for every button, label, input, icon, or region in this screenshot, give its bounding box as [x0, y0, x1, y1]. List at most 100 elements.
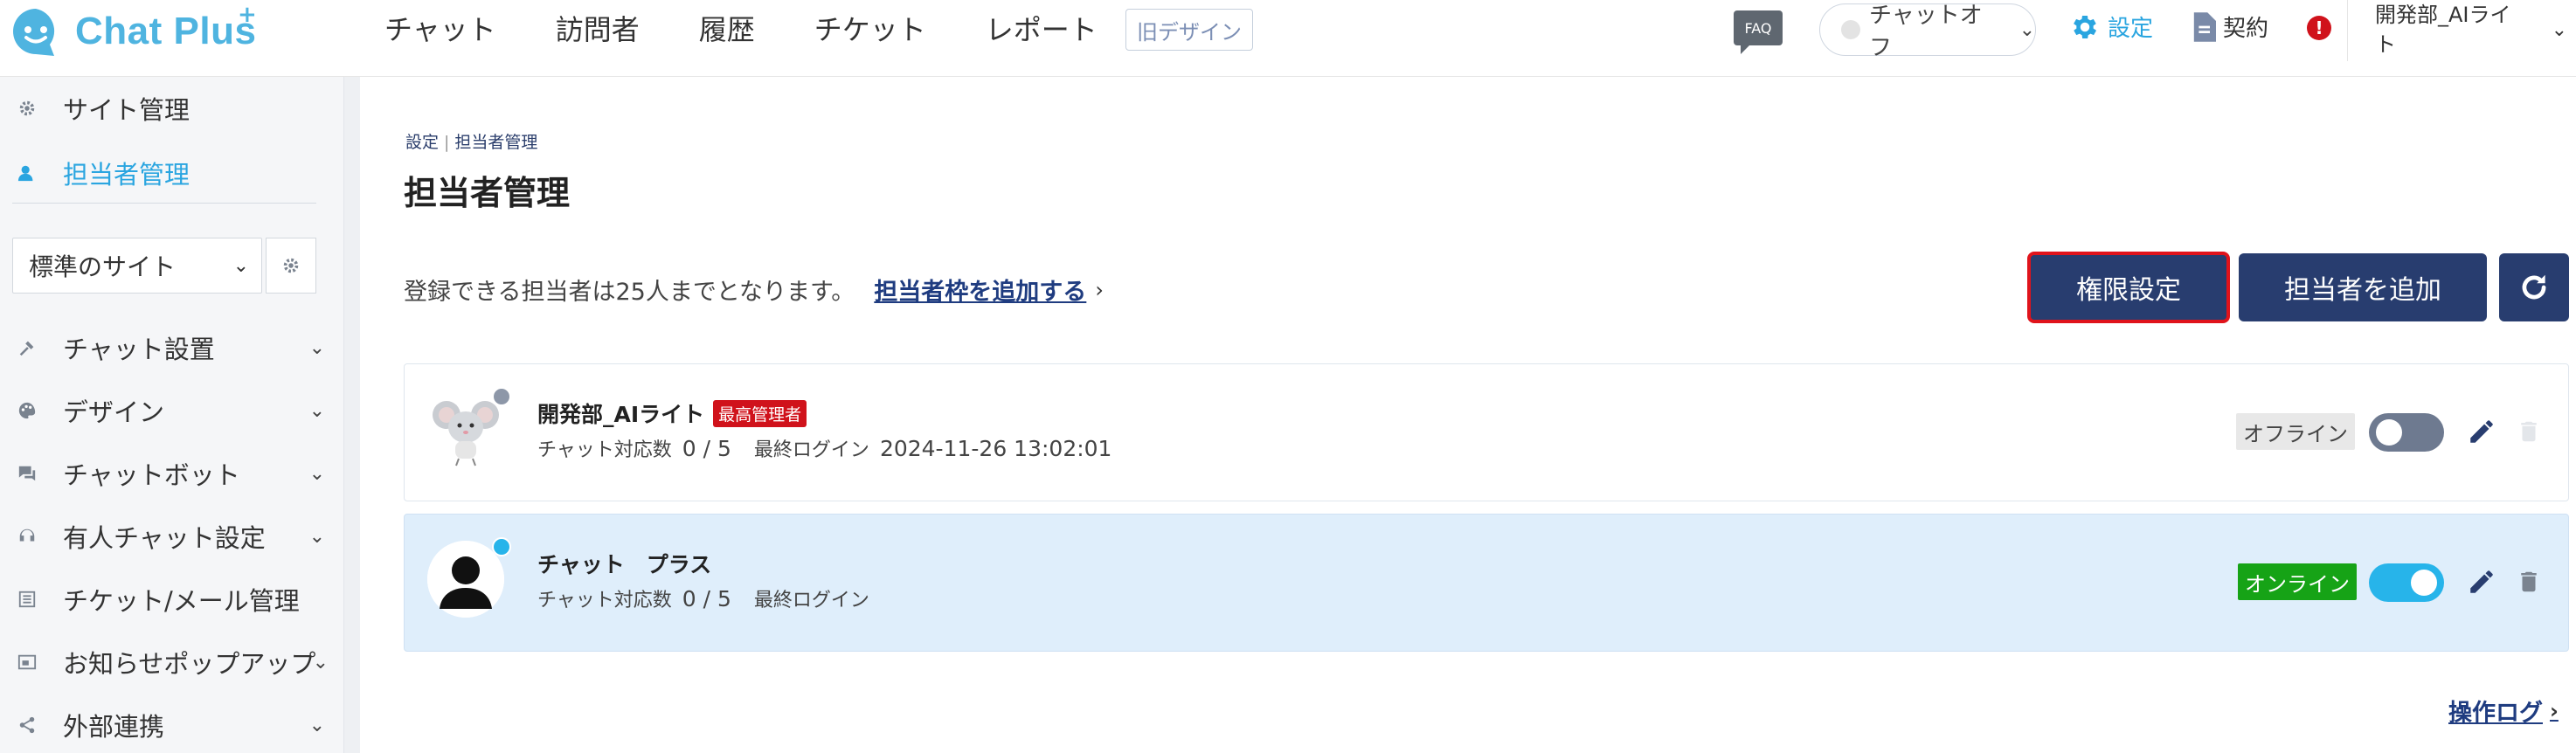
- breadcrumb-settings[interactable]: 設定: [405, 133, 439, 152]
- sidebar-item-label: 担当者管理: [63, 160, 190, 190]
- operation-log-label: 操作ログ: [2448, 700, 2543, 727]
- sidebar-item-integrations[interactable]: 外部連携 ⌄: [0, 697, 344, 753]
- chevron-down-icon: ⌄: [308, 462, 325, 485]
- add-operator-button[interactable]: 担当者を追加: [2239, 253, 2487, 321]
- status-badge: オンライン: [2238, 563, 2357, 600]
- sidebar-item-label: 有人チャット設定: [63, 523, 266, 553]
- chevron-down-icon: ⌄: [308, 399, 325, 422]
- chat-plus-logo-icon: [9, 5, 63, 58]
- trash-icon[interactable]: [2516, 567, 2542, 597]
- headset-icon: [16, 525, 38, 548]
- brand-name: Chat Plus: [75, 10, 257, 52]
- operator-name: 開発部_AIライト: [537, 402, 705, 427]
- header: Chat Plus + チャット 訪問者 履歴 チケット レポート 旧デザイン …: [0, 0, 2576, 77]
- sidebar-item-label: チケット/メール管理: [63, 586, 300, 616]
- breadcrumb: 設定 | 担当者管理: [405, 129, 537, 153]
- sidebar-item-notice-popup[interactable]: お知らせポップアップ ⌄: [0, 634, 344, 690]
- chat-count-label: チャット対応数: [537, 439, 672, 461]
- operation-log-link[interactable]: 操作ログ ›: [2448, 694, 2559, 728]
- add-operator-slot-link[interactable]: 担当者枠を追加する: [874, 273, 1086, 307]
- operator-name-row: 開発部_AIライト 最高管理者: [537, 397, 807, 429]
- list-icon: [16, 588, 38, 611]
- operator-card: チャット プラス チャット対応数 0 / 5 最終ログイン オンライン: [404, 514, 2569, 652]
- tools-icon: [16, 336, 38, 359]
- sidebar-item-live-chat-settings[interactable]: 有人チャット設定 ⌄: [0, 508, 344, 564]
- nav-visitors[interactable]: 訪問者: [556, 8, 640, 48]
- pencil-icon[interactable]: [2467, 417, 2496, 446]
- site-settings-button[interactable]: [266, 238, 316, 294]
- chevron-down-icon: ⌄: [2551, 19, 2567, 41]
- operator-card: 開発部_AIライト 最高管理者 チャット対応数 0 / 5 最終ログイン 202…: [404, 363, 2569, 501]
- operator-meta: チャット対応数 0 / 5 最終ログイン 2024-11-26 13:02:01: [537, 434, 1111, 462]
- sidebar-item-label: チャット設置: [63, 335, 215, 364]
- online-toggle[interactable]: [2369, 563, 2444, 602]
- toggle-knob: [2411, 570, 2437, 596]
- nav-tickets[interactable]: チケット: [814, 8, 926, 48]
- toggle-knob: [2376, 419, 2402, 446]
- limit-text: 登録できる担当者は25人までとなります。: [404, 279, 855, 306]
- nav-history[interactable]: 履歴: [699, 8, 755, 48]
- site-select-value: 標準のサイト: [29, 252, 177, 281]
- chat-status-dropdown[interactable]: チャットオフ ⌄: [1819, 3, 2036, 61]
- refresh-button[interactable]: [2499, 253, 2569, 321]
- chat-bubbles-icon: [16, 462, 38, 485]
- permission-settings-button[interactable]: 権限設定: [2027, 252, 2230, 323]
- brand-plus-mark: +: [238, 2, 257, 28]
- chat-count-value: 0 / 5: [682, 586, 731, 611]
- sidebar-item-operator-management[interactable]: 担当者管理: [0, 145, 344, 201]
- sidebar-item-design[interactable]: デザイン ⌄: [0, 383, 344, 439]
- operator-limit-notice: 登録できる担当者は25人までとなります。 担当者枠を追加する ›: [404, 273, 1104, 307]
- online-toggle[interactable]: [2369, 413, 2444, 452]
- header-divider: [2347, 0, 2348, 61]
- palette-icon: [16, 399, 38, 422]
- chevron-down-icon: ⌄: [232, 254, 249, 277]
- sidebar-item-label: サイト管理: [63, 95, 190, 125]
- old-design-button[interactable]: 旧デザイン: [1125, 9, 1253, 51]
- trash-icon: [2521, 421, 2537, 442]
- last-login-value: 2024-11-26 13:02:01: [879, 436, 1112, 461]
- breadcrumb-separator: |: [444, 133, 450, 152]
- site-select[interactable]: 標準のサイト ⌄: [12, 238, 262, 294]
- pencil-icon[interactable]: [2467, 567, 2496, 597]
- person-icon: [16, 162, 38, 184]
- sidebar-item-chat-setup[interactable]: チャット設置 ⌄: [0, 320, 344, 376]
- contract-link[interactable]: 契約: [2192, 10, 2268, 43]
- alert-icon[interactable]: !: [2307, 16, 2331, 40]
- sidebar-item-ticket-mail[interactable]: チケット/メール管理: [0, 571, 344, 627]
- status-dot-icon: [1841, 20, 1860, 39]
- faq-button[interactable]: FAQ: [1734, 10, 1783, 54]
- default-user-avatar: [427, 541, 504, 618]
- sidebar-item-label: デザイン: [63, 397, 165, 427]
- operator-meta: チャット対応数 0 / 5 最終ログイン: [537, 584, 869, 612]
- sidebar-item-label: チャットボット: [63, 460, 240, 490]
- chevron-down-icon: ⌄: [308, 714, 325, 736]
- contract-label: 契約: [2223, 16, 2269, 42]
- logo[interactable]: Chat Plus: [9, 5, 256, 58]
- chat-count-value: 0 / 5: [682, 436, 731, 461]
- nav-reports[interactable]: レポート: [986, 8, 1098, 48]
- chevron-down-icon: ⌄: [312, 651, 329, 674]
- settings-link[interactable]: 設定: [2069, 10, 2153, 43]
- sidebar-scrollbar[interactable]: [344, 77, 360, 753]
- page-title: 担当者管理: [404, 174, 571, 212]
- sidebar-item-chatbot[interactable]: チャットボット ⌄: [0, 446, 344, 501]
- operator-name: チャット プラス: [537, 552, 712, 577]
- chevron-down-icon: ⌄: [308, 336, 325, 359]
- popup-icon: [16, 651, 38, 674]
- chat-count-label: チャット対応数: [537, 590, 672, 611]
- status-badge: オフライン: [2236, 413, 2355, 450]
- chevron-down-icon: ⌄: [308, 525, 325, 548]
- last-login-label: 最終ログイン: [753, 439, 869, 461]
- role-badge: 最高管理者: [713, 399, 807, 427]
- chat-status-label: チャットオフ: [1868, 3, 1983, 61]
- share-icon: [16, 714, 38, 736]
- chevron-right-icon: ›: [2550, 698, 2559, 723]
- user-menu[interactable]: 開発部_AIライ ト ⌄: [2375, 0, 2567, 59]
- nav-chat[interactable]: チャット: [384, 8, 496, 48]
- sidebar-item-label: お知らせポップアップ: [63, 649, 316, 679]
- sidebar-item-site-management[interactable]: サイト管理: [0, 80, 344, 136]
- chevron-down-icon: ⌄: [2019, 18, 2035, 41]
- top-nav: チャット 訪問者 履歴 チケット レポート: [384, 0, 1157, 56]
- chevron-right-icon: ›: [1095, 277, 1104, 302]
- operator-name-row: チャット プラス: [537, 548, 711, 579]
